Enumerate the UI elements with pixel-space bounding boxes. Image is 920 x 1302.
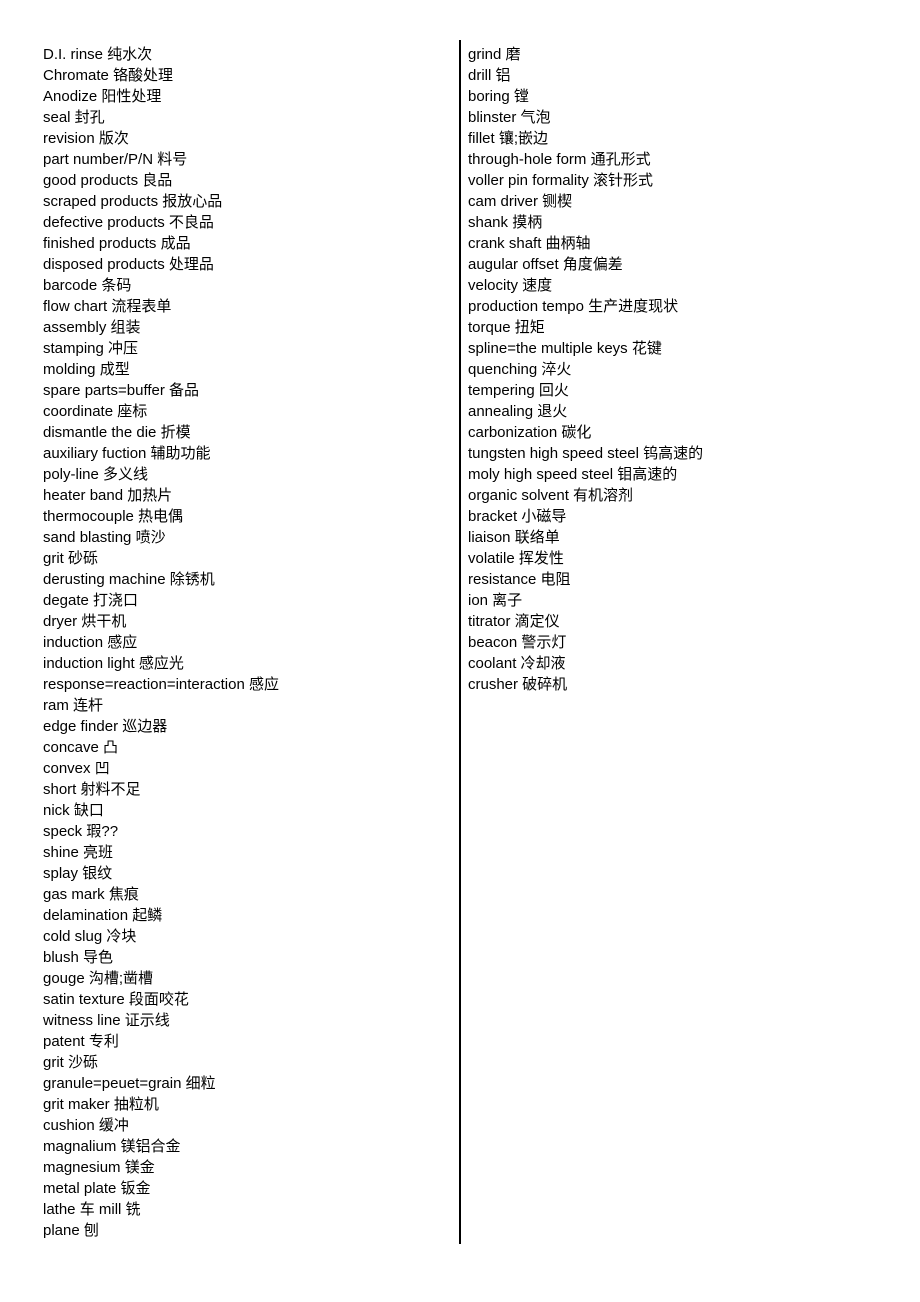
glossary-entry: grit 砂砾 xyxy=(43,550,99,567)
glossary-columns: D.I. rinse 纯水次 Chromate 铬酸处理 Anodize 阳性处… xyxy=(0,0,920,1302)
glossary-entry: good products 良品 xyxy=(43,172,173,189)
glossary-entry: bracket 小磁导 xyxy=(468,508,567,525)
glossary-entry: augular offset 角度偏差 xyxy=(468,256,623,273)
glossary-entry: carbonization 碳化 xyxy=(468,424,592,441)
glossary-entry: delamination 起鳞 xyxy=(43,907,163,924)
glossary-entry: nick 缺口 xyxy=(43,802,104,819)
glossary-entry: degate 打浇口 xyxy=(43,592,139,609)
glossary-entry: ram 连杆 xyxy=(43,697,104,714)
glossary-entry: coolant 冷却液 xyxy=(468,655,566,672)
glossary-entry: gas mark 焦痕 xyxy=(43,886,139,903)
glossary-entry: blush 导色 xyxy=(43,949,114,966)
document-page: D.I. rinse 纯水次 Chromate 铬酸处理 Anodize 阳性处… xyxy=(0,0,920,1302)
glossary-entry: auxiliary fuction 辅助功能 xyxy=(43,445,211,462)
glossary-entry: witness line 证示线 xyxy=(43,1012,170,1029)
glossary-entry: poly-line 多义线 xyxy=(43,466,149,483)
glossary-entry: velocity 速度 xyxy=(468,277,553,294)
glossary-entry: spline=the multiple keys 花键 xyxy=(468,340,662,357)
glossary-entry: revision 版次 xyxy=(43,130,129,147)
glossary-entry: barcode 条码 xyxy=(43,277,132,294)
glossary-entry: metal plate 钣金 xyxy=(43,1180,151,1197)
glossary-entry: satin texture 段面咬花 xyxy=(43,991,189,1008)
glossary-entry: speck 瑕?? xyxy=(43,823,119,840)
glossary-entry: stamping 冲压 xyxy=(43,340,139,357)
glossary-entry: boring 镗 xyxy=(468,88,529,105)
glossary-entry: Chromate 铬酸处理 xyxy=(43,67,174,84)
glossary-entry: cam driver 铡楔 xyxy=(468,193,573,210)
glossary-entry: induction 感应 xyxy=(43,634,138,651)
glossary-entry: convex 凹 xyxy=(43,760,110,777)
glossary-entry: part number/P/N 料号 xyxy=(43,151,188,168)
glossary-entry: edge finder 巡边器 xyxy=(43,718,168,735)
glossary-entry: ion 离子 xyxy=(468,592,523,609)
glossary-entry: assembly 组装 xyxy=(43,319,141,336)
glossary-entry: crusher 破碎机 xyxy=(468,676,568,693)
glossary-entry: gouge 沟槽;凿槽 xyxy=(43,970,154,987)
glossary-entry: flow chart 流程表单 xyxy=(43,298,172,315)
glossary-entry: dismantle the die 折模 xyxy=(43,424,191,441)
glossary-entry: short 射料不足 xyxy=(43,781,141,798)
glossary-entry: sand blasting 喷沙 xyxy=(43,529,166,546)
glossary-entry: thermocouple 热电偶 xyxy=(43,508,184,525)
glossary-entry: disposed products 处理品 xyxy=(43,256,214,273)
glossary-entry: finished products 成品 xyxy=(43,235,191,252)
left-column-entry-list: D.I. rinse 纯水次 Chromate 铬酸处理 Anodize 阳性处… xyxy=(43,44,460,1241)
glossary-entry: derusting machine 除锈机 xyxy=(43,571,215,588)
glossary-entry: tempering 回火 xyxy=(468,382,569,399)
glossary-entry: cold slug 冷块 xyxy=(43,928,137,945)
glossary-entry: through-hole form 通孔形式 xyxy=(468,151,651,168)
glossary-entry: granule=peuet=grain 细粒 xyxy=(43,1075,216,1092)
glossary-entry: shine 亮班 xyxy=(43,844,114,861)
glossary-entry: Anodize 阳性处理 xyxy=(43,88,162,105)
glossary-entry: molding 成型 xyxy=(43,361,130,378)
glossary-entry: production tempo 生产进度现状 xyxy=(468,298,679,315)
glossary-entry: patent 专利 xyxy=(43,1033,119,1050)
glossary-entry: concave 凸 xyxy=(43,739,119,756)
glossary-entry: dryer 烘干机 xyxy=(43,613,127,630)
glossary-entry: annealing 退火 xyxy=(468,403,568,420)
glossary-entry: torque 扭矩 xyxy=(468,319,545,336)
glossary-entry: spare parts=buffer 备品 xyxy=(43,382,200,399)
glossary-entry: plane 刨 xyxy=(43,1222,99,1239)
glossary-entry: moly high speed steel 钼高速的 xyxy=(468,466,678,483)
right-column-entry-list: grind 磨 drill 铝 boring 镗 blinster 气泡 fil… xyxy=(468,44,920,695)
left-column: D.I. rinse 纯水次 Chromate 铬酸处理 Anodize 阳性处… xyxy=(0,0,460,1241)
glossary-entry: magnesium 镁金 xyxy=(43,1159,155,1176)
glossary-entry: fillet 镶;嵌边 xyxy=(468,130,549,147)
glossary-entry: lathe 车 mill 铣 xyxy=(43,1201,141,1218)
glossary-entry: response=reaction=interaction 感应 xyxy=(43,676,279,693)
glossary-entry: shank 摸柄 xyxy=(468,214,543,231)
glossary-entry: resistance 电阻 xyxy=(468,571,571,588)
glossary-entry: scraped products 报放心品 xyxy=(43,193,223,210)
glossary-entry: grit 沙砾 xyxy=(43,1054,99,1071)
glossary-entry: cushion 缓冲 xyxy=(43,1117,129,1134)
glossary-entry: voller pin formality 滚针形式 xyxy=(468,172,654,189)
glossary-entry: titrator 滴定仪 xyxy=(468,613,560,630)
glossary-entry: blinster 气泡 xyxy=(468,109,551,126)
glossary-entry: coordinate 座标 xyxy=(43,403,148,420)
glossary-entry: D.I. rinse 纯水次 xyxy=(43,46,153,63)
glossary-entry: heater band 加热片 xyxy=(43,487,173,504)
glossary-entry: grind 磨 xyxy=(468,46,521,63)
glossary-entry: beacon 警示灯 xyxy=(468,634,567,651)
glossary-entry: defective products 不良品 xyxy=(43,214,214,231)
right-column: grind 磨 drill 铝 boring 镗 blinster 气泡 fil… xyxy=(460,0,920,695)
glossary-entry: splay 银纹 xyxy=(43,865,113,882)
glossary-entry: seal 封孔 xyxy=(43,109,105,126)
glossary-entry: induction light 感应光 xyxy=(43,655,184,672)
glossary-entry: liaison 联络单 xyxy=(468,529,560,546)
glossary-entry: grit maker 抽粒机 xyxy=(43,1096,159,1113)
glossary-entry: organic solvent 有机溶剂 xyxy=(468,487,634,504)
glossary-entry: drill 铝 xyxy=(468,67,511,84)
glossary-entry: volatile 挥发性 xyxy=(468,550,564,567)
glossary-entry: quenching 淬火 xyxy=(468,361,572,378)
glossary-entry: crank shaft 曲柄轴 xyxy=(468,235,591,252)
glossary-entry: magnalium 镁铝合金 xyxy=(43,1138,181,1155)
glossary-entry: tungsten high speed steel 钨高速的 xyxy=(468,445,704,462)
